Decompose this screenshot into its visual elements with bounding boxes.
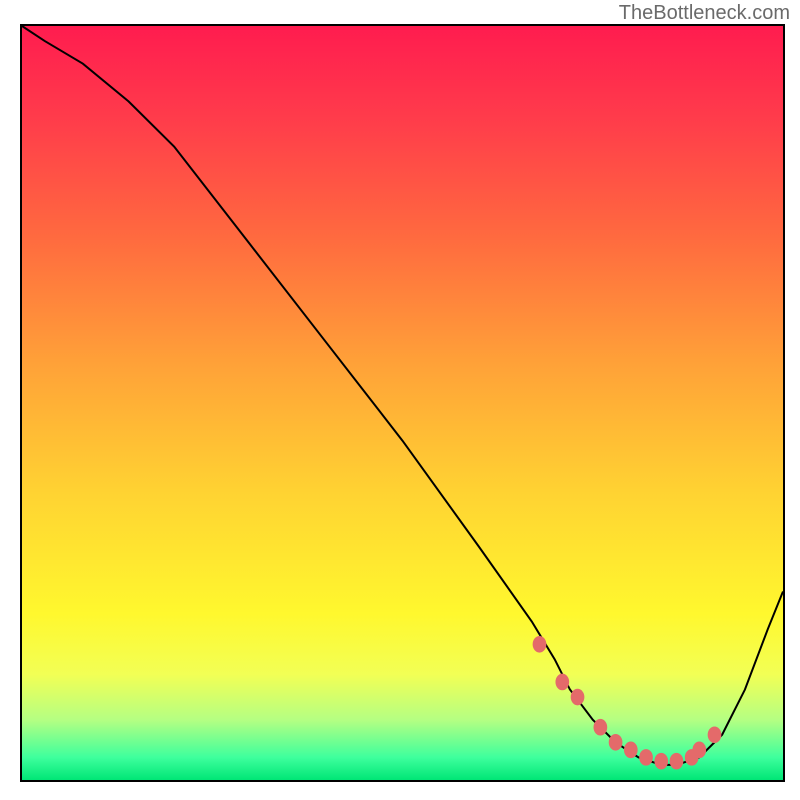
highlight-dot xyxy=(639,749,653,766)
attribution-text: TheBottleneck.com xyxy=(619,2,790,25)
highlight-dot xyxy=(571,689,585,706)
highlight-dot xyxy=(654,753,668,770)
plot-area xyxy=(20,24,785,782)
highlight-markers xyxy=(533,636,722,769)
highlight-dot xyxy=(708,726,722,743)
chart-frame: TheBottleneck.com xyxy=(0,0,800,800)
highlight-dot xyxy=(624,742,638,759)
chart-svg xyxy=(22,26,783,780)
bottleneck-curve xyxy=(22,26,783,765)
highlight-dot xyxy=(533,636,547,653)
highlight-dot xyxy=(692,742,706,759)
highlight-dot xyxy=(609,734,623,751)
highlight-dot xyxy=(555,674,569,691)
highlight-dot xyxy=(594,719,608,736)
highlight-dot xyxy=(670,753,684,770)
